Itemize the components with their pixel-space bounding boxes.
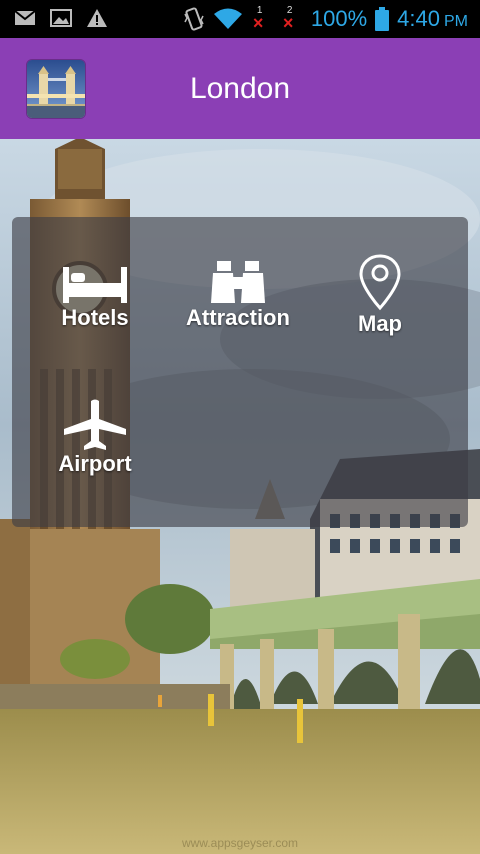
clock-ampm: PM	[444, 13, 468, 30]
map-button[interactable]: Map	[310, 253, 450, 337]
map-pin-icon	[359, 254, 401, 311]
sim1-no-signal: 1 ×	[252, 5, 264, 33]
page-title: London	[189, 72, 291, 105]
sim2-no-signal: 2 ×	[282, 5, 294, 33]
watermark: www.appsgeyser.com	[181, 836, 298, 850]
gmail-icon	[14, 10, 36, 25]
airport-label: Airport	[58, 451, 132, 476]
status-bar: 1 × 2 × 100% 4:40 PM	[0, 0, 480, 38]
clock-time: 4:40	[397, 6, 440, 31]
battery-icon	[375, 7, 390, 31]
attraction-label: Attraction	[186, 305, 290, 330]
sim-no-signal-icon: ×	[282, 13, 294, 33]
hotels-label: Hotels	[61, 305, 129, 330]
battery-percent: 100%	[310, 6, 368, 31]
hotels-button[interactable]: Hotels	[25, 263, 165, 331]
vibrate-icon	[184, 7, 204, 31]
wifi-icon	[213, 8, 242, 29]
binoculars-icon	[211, 261, 265, 303]
attraction-button[interactable]: Attraction	[168, 261, 308, 331]
sim-no-signal-icon: ×	[252, 13, 264, 33]
menu-panel: Hotels Attraction Map Airport	[12, 217, 468, 527]
map-label: Map	[358, 311, 402, 336]
airport-button[interactable]: Airport	[25, 399, 165, 477]
image-icon	[50, 9, 72, 27]
app-bar: London	[0, 38, 480, 139]
warning-icon	[87, 9, 107, 27]
airplane-icon	[64, 399, 126, 450]
bed-icon	[63, 267, 127, 303]
